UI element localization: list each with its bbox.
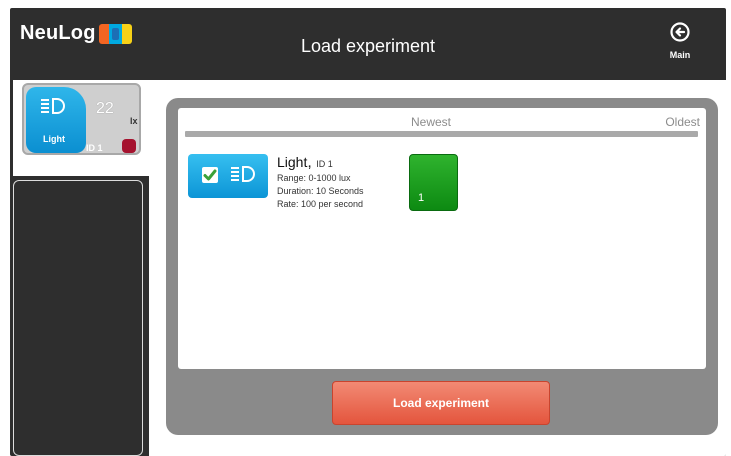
experiment-id: ID 1 <box>316 159 333 169</box>
app-window: NeuLog Load experiment Main Light 22 lx … <box>10 8 726 456</box>
experiment-select-toggle[interactable] <box>188 154 268 198</box>
sensor-value: 22 <box>96 100 114 117</box>
load-experiment-button[interactable]: Load experiment <box>332 381 550 425</box>
experiment-frame: Newest Oldest Light, ID 1 Range: 0-1000 … <box>166 98 718 435</box>
experiment-run-1[interactable]: 1 <box>409 154 458 211</box>
checkbox[interactable] <box>202 167 218 183</box>
light-sensor-icon <box>41 98 65 114</box>
experiment-range: Range: 0-1000 lux <box>277 173 351 183</box>
content-area: Newest Oldest Light, ID 1 Range: 0-1000 … <box>149 80 726 456</box>
checkmark-icon <box>203 169 217 181</box>
timeline-bar <box>185 131 698 137</box>
sidebar-empty-panel <box>13 180 143 456</box>
main-button[interactable]: Main <box>662 22 698 72</box>
experiment-title: Light <box>277 154 308 170</box>
light-sensor-icon <box>231 166 255 182</box>
experiment-info: Light, ID 1 Range: 0-1000 lux Duration: … <box>277 154 364 209</box>
sensor-unit: lx <box>130 116 138 126</box>
header: NeuLog Load experiment Main <box>10 8 726 80</box>
main-button-label: Main <box>669 50 691 60</box>
header-newest: Newest <box>411 115 452 129</box>
header-oldest: Oldest <box>665 115 700 129</box>
sensor-name: Light <box>43 134 65 144</box>
sensor-tile: Light <box>26 87 86 153</box>
experiment-duration: Duration: 10 Seconds <box>277 186 364 196</box>
experiment-rate: Rate: 100 per second <box>277 199 364 209</box>
sensor-card-light[interactable]: Light 22 lx ID 1 <box>22 83 141 155</box>
sensor-id: ID 1 <box>86 143 103 153</box>
page-title: Load experiment <box>300 36 436 56</box>
run-number: 1 <box>418 192 425 204</box>
back-arrow-icon <box>670 22 690 42</box>
sensor-status-led <box>122 139 136 153</box>
experiment-list[interactable]: Newest Oldest Light, ID 1 Range: 0-1000 … <box>178 108 706 369</box>
